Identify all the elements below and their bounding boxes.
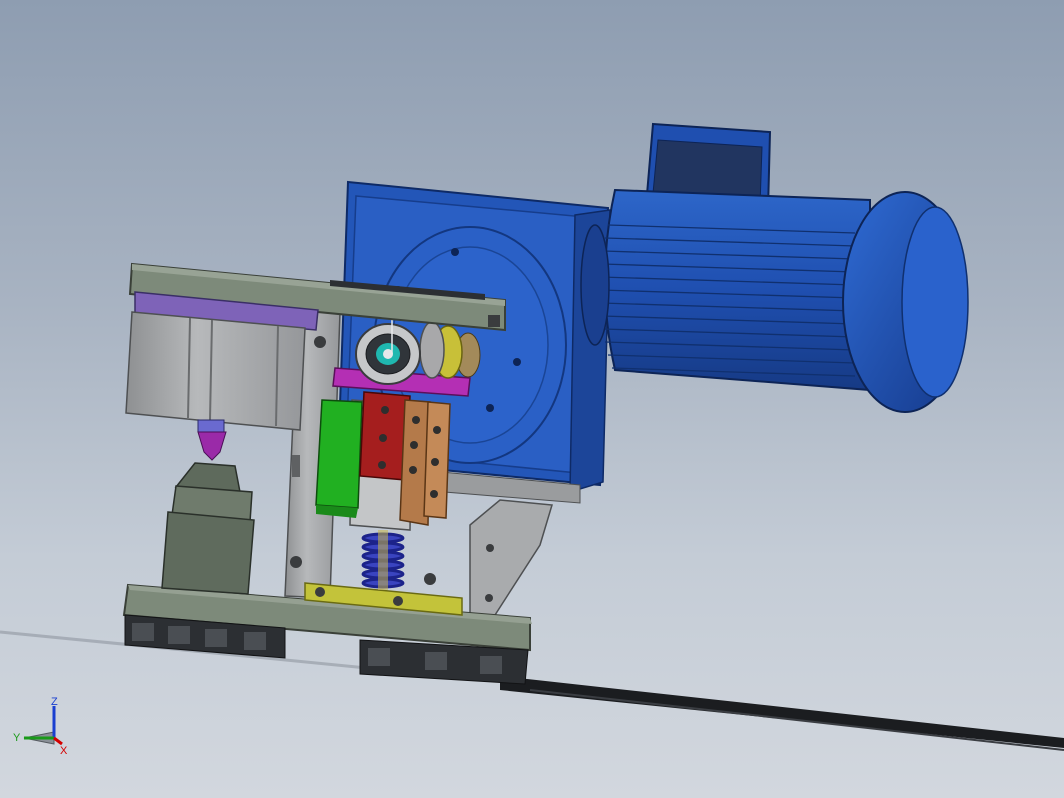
- spring: [361, 530, 405, 590]
- gear-motor[interactable]: [580, 122, 969, 413]
- x-axis: [53, 736, 63, 746]
- y-axis-label: Y: [13, 732, 21, 744]
- x-axis-label: X: [60, 745, 68, 756]
- green-block: [315, 399, 363, 518]
- cylinder-block[interactable]: [125, 291, 319, 431]
- cad-model-scene[interactable]: [0, 0, 1064, 798]
- orientation-triad[interactable]: Z Y X: [10, 696, 70, 756]
- 3d-viewport[interactable]: Z Y X: [0, 0, 1064, 798]
- lower-die: [161, 462, 255, 595]
- z-axis-label: Z: [51, 696, 58, 708]
- floor-shadow: [0, 630, 1064, 751]
- copper-clamp: [399, 399, 451, 526]
- punch-tip: [197, 419, 227, 461]
- rear-support-bracket: [469, 499, 553, 616]
